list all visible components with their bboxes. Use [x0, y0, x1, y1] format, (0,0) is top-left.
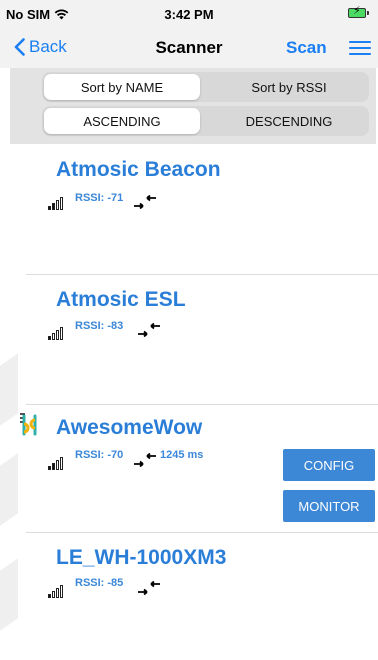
device-name: LE_WH-1000XM3 [56, 546, 227, 569]
sort-panel: Sort by NAME Sort by RSSI ASCENDING DESC… [10, 68, 376, 144]
back-label: Back [29, 37, 67, 56]
scan-button[interactable]: Scan [286, 38, 327, 58]
connection-timing: 1245 ms [160, 449, 204, 461]
connectable-arrows-icon [138, 581, 160, 595]
signal-strength-icon [48, 326, 68, 340]
battery-icon: ⚡ [348, 6, 369, 18]
back-button[interactable]: Back [14, 37, 67, 57]
descending-button[interactable]: DESCENDING [211, 108, 367, 134]
connectable-arrows-icon [138, 323, 160, 337]
device-name: AwesomeWow [56, 416, 203, 439]
sort-field-segmented-control: Sort by NAME Sort by RSSI [42, 72, 369, 102]
config-button[interactable]: CONFIG [283, 449, 375, 481]
chevron-left-icon [14, 38, 25, 56]
sort-order-segmented-control: ASCENDING DESCENDING [42, 106, 369, 136]
connectable-arrows-icon [134, 195, 156, 209]
sort-by-rssi-button[interactable]: Sort by RSSI [211, 74, 367, 100]
ascending-button[interactable]: ASCENDING [44, 108, 200, 134]
signal-strength-icon [48, 456, 68, 470]
device-name: Atmosic ESL [56, 288, 186, 311]
device-row[interactable]: Atmosic Beacon RSSI: -71 [0, 158, 378, 274]
nav-bar: Back Scanner Scan [0, 28, 378, 68]
connectable-arrows-icon [134, 453, 156, 467]
hamburger-menu-icon[interactable] [349, 41, 371, 55]
sliders-icon [20, 413, 37, 436]
row-divider [26, 404, 378, 405]
row-divider [26, 532, 378, 533]
device-name: Atmosic Beacon [56, 158, 221, 181]
device-row[interactable]: AwesomeWow RSSI: -70 1245 ms CONFIG MONI… [0, 413, 378, 532]
sort-by-name-button[interactable]: Sort by NAME [44, 74, 200, 100]
signal-strength-icon [48, 584, 68, 598]
rssi-value: RSSI: -85 [75, 577, 124, 589]
signal-strength-icon [48, 196, 68, 210]
device-row[interactable]: Atmosic ESL RSSI: -83 [0, 288, 378, 404]
monitor-button[interactable]: MONITOR [283, 490, 375, 522]
row-divider [26, 274, 378, 275]
status-time: 3:42 PM [164, 7, 214, 22]
rssi-value: RSSI: -83 [75, 320, 124, 332]
rssi-value: RSSI: -70 [75, 449, 124, 461]
status-bar: No SIM 3:42 PM ⚡ [0, 0, 378, 28]
device-row[interactable]: LE_WH-1000XM3 RSSI: -85 [0, 546, 378, 660]
rssi-value: RSSI: -71 [75, 192, 124, 204]
